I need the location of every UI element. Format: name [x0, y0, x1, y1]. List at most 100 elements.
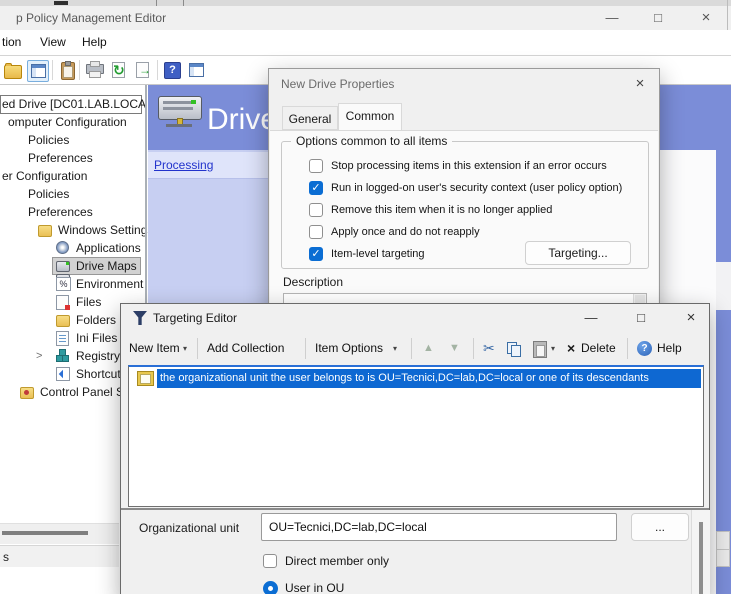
printer-icon[interactable]	[84, 60, 104, 80]
maximize-button[interactable]: □	[626, 304, 656, 332]
checkbox-icon[interactable]	[309, 159, 323, 173]
minimize-button[interactable]: —	[576, 304, 606, 332]
tree-scrollbar-thumb[interactable]	[2, 531, 88, 535]
tree-item-policies[interactable]: Policies	[0, 131, 145, 149]
pane-scroll-buttons[interactable]	[716, 531, 730, 567]
toolbar-separator	[411, 338, 412, 359]
status-bar: s	[0, 545, 119, 567]
environment-icon: %	[56, 277, 71, 291]
window-list-icon[interactable]	[186, 60, 206, 80]
user-in-ou-radio[interactable]: User in OU	[263, 581, 563, 594]
menu-bar: tion View Help	[0, 30, 731, 56]
targeting-item-row[interactable]: the organizational unit the user belongs…	[129, 369, 703, 388]
tree-item-computer-configuration[interactable]: omputer Configuration	[0, 113, 145, 131]
minimize-button[interactable]: —	[598, 6, 626, 30]
background-window-mark	[54, 1, 68, 5]
dialog-title: New Drive Properties	[281, 69, 394, 99]
organizational-unit-label: Organizational unit	[139, 520, 239, 536]
tree-item-policies[interactable]: Policies	[0, 185, 145, 203]
menu-help[interactable]: Help	[82, 30, 107, 54]
funnel-icon	[133, 311, 147, 325]
paste-icon[interactable]	[533, 341, 547, 358]
close-icon[interactable]: ×	[625, 69, 655, 99]
ini-files-icon	[56, 331, 69, 346]
tree-item-environment[interactable]: % Environment	[0, 275, 145, 293]
scrollbar-thumb[interactable]	[699, 522, 703, 594]
chevron-down-icon[interactable]: ▾	[393, 332, 397, 365]
refresh-icon[interactable]: ↻	[109, 60, 129, 80]
open-icon[interactable]	[4, 60, 24, 80]
tree-item-windows-settings[interactable]: Windows Settings	[0, 221, 145, 239]
targeting-button[interactable]: Targeting...	[525, 241, 631, 265]
move-up-icon[interactable]: ▲	[423, 332, 434, 365]
new-drive-properties-dialog: New Drive Properties × General Common Op…	[268, 68, 660, 340]
export-list-icon[interactable]: →	[133, 60, 153, 80]
tab-general[interactable]: General	[282, 106, 338, 130]
shortcuts-icon	[56, 367, 70, 381]
checkbox-checked-icon[interactable]: ✓	[309, 181, 323, 195]
folders-icon	[56, 313, 70, 326]
tree-item-root[interactable]: ed Drive [DC01.LAB.LOCA	[0, 95, 145, 113]
targeting-item-text: the organizational unit the user belongs…	[157, 369, 701, 388]
cut-icon[interactable]: ✂	[483, 332, 495, 365]
targeting-item-properties-panel: Organizational unit ... Direct member on…	[121, 510, 709, 594]
clipboard-icon[interactable]	[57, 60, 77, 80]
close-button[interactable]: ×	[676, 304, 706, 332]
menu-view[interactable]: View	[40, 30, 66, 54]
add-collection-button[interactable]: Add Collection	[207, 332, 284, 365]
toolbar-separator	[627, 338, 628, 359]
control-panel-icon	[20, 385, 34, 398]
screen: p Policy Management Editor — □ × tion Vi…	[0, 0, 731, 594]
processing-link[interactable]: Processing	[154, 152, 213, 178]
applications-icon	[56, 241, 70, 254]
chevron-down-icon[interactable]: ▾	[183, 332, 187, 365]
window-titlebar: p Policy Management Editor — □ ×	[0, 6, 731, 30]
menu-action[interactable]: tion	[2, 30, 21, 54]
new-item-button[interactable]: New Item	[129, 332, 180, 365]
delete-button[interactable]: Delete	[581, 332, 616, 365]
groupbox-label: Options common to all items	[291, 134, 452, 148]
item-options-button[interactable]: Item Options	[315, 332, 383, 365]
registry-icon	[56, 349, 69, 362]
browse-button[interactable]: ...	[631, 513, 689, 541]
radio-selected-icon[interactable]	[263, 581, 278, 594]
targeting-item-icon	[137, 371, 154, 386]
maximize-button[interactable]: □	[644, 6, 672, 30]
targeting-items-list[interactable]: the organizational unit the user belongs…	[128, 365, 704, 507]
tree-item-preferences[interactable]: Preferences	[0, 149, 145, 167]
tree-item-preferences[interactable]: Preferences	[0, 203, 145, 221]
toolbar-separator	[305, 338, 306, 359]
checkbox-icon[interactable]	[309, 203, 323, 217]
move-down-icon[interactable]: ▼	[449, 332, 460, 365]
drive-maps-banner-icon	[158, 96, 202, 126]
delete-x-icon[interactable]: ×	[567, 332, 575, 365]
direct-member-only-checkbox[interactable]: Direct member only	[263, 554, 563, 570]
tree-item-drive-maps[interactable]: Drive Maps	[0, 257, 145, 275]
checkbox-icon[interactable]	[309, 225, 323, 239]
targeting-editor-dialog: Targeting Editor — □ × New Item ▾ Add Co…	[120, 303, 710, 594]
copy-icon[interactable]	[507, 342, 521, 356]
paste-chevron-icon[interactable]: ▾	[551, 332, 555, 365]
close-button[interactable]: ×	[691, 6, 721, 30]
dialog-title: Targeting Editor	[153, 304, 237, 332]
toolbar-separator	[157, 60, 158, 80]
organizational-unit-input[interactable]	[261, 513, 617, 541]
tree-item-applications[interactable]: Applications	[0, 239, 145, 257]
drive-maps-icon	[56, 259, 70, 272]
targeting-toolbar: New Item ▾ Add Collection Item Options ▾…	[121, 332, 709, 365]
help-button[interactable]: Help	[657, 332, 682, 365]
checkbox-checked-icon[interactable]: ✓	[309, 247, 323, 261]
pane-scroll-column[interactable]	[716, 150, 731, 594]
console-window-icon[interactable]	[27, 60, 49, 82]
help-icon[interactable]: ?	[162, 60, 182, 80]
toolbar-separator	[79, 60, 80, 80]
pane-scroll-track	[716, 262, 731, 310]
checkbox-icon[interactable]	[263, 554, 277, 568]
tab-common[interactable]: Common	[338, 103, 402, 130]
tree-item-user-configuration[interactable]: er Configuration	[0, 167, 145, 185]
help-icon[interactable]: ?	[637, 341, 652, 356]
expand-chevron-icon[interactable]: >	[36, 347, 42, 365]
toolbar-separator	[52, 60, 53, 80]
panel-scrollbar[interactable]	[691, 510, 710, 594]
window-title: p Policy Management Editor	[16, 6, 166, 30]
